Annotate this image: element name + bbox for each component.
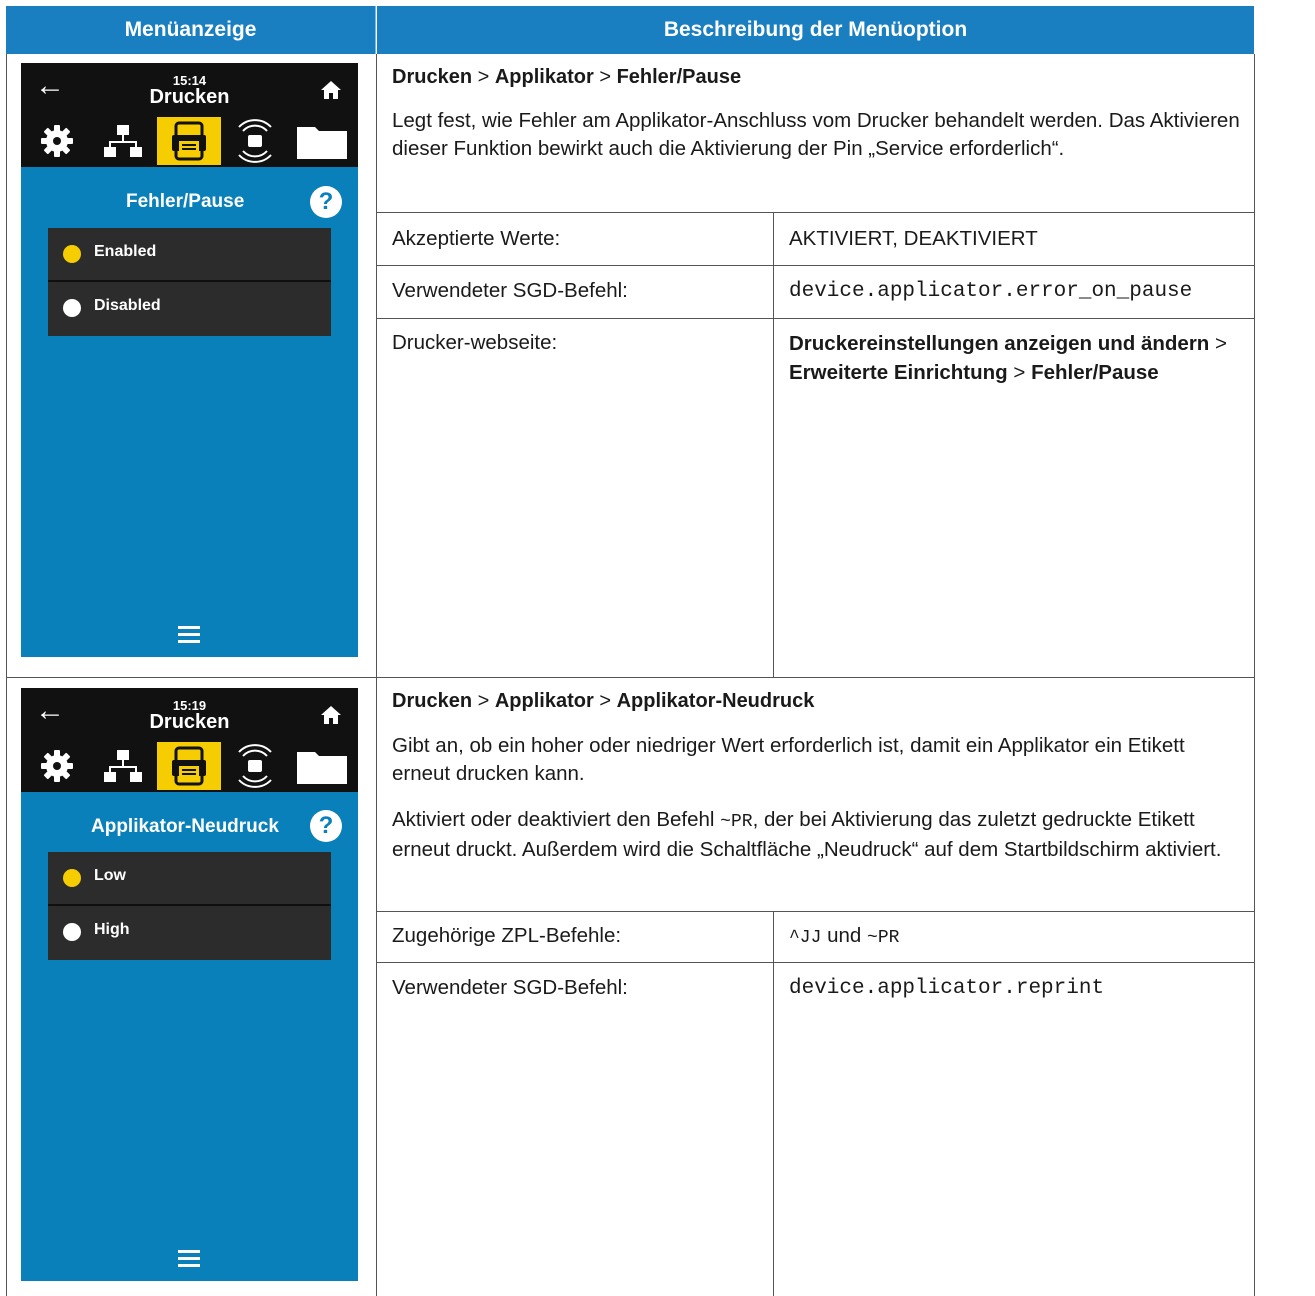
breadcrumb: Drucken > Applikator > Fehler/Pause [392,66,741,89]
detail-divider [377,318,1255,319]
breadcrumb-separator: > [477,66,490,88]
description-2: Aktiviert oder deaktiviert den Befehl ~P… [392,806,1242,864]
screen-icon-bar [21,115,358,167]
detail-label: Drucker-webseite: [392,331,558,354]
breadcrumb-item: Drucken [392,66,473,88]
option-label: High [94,921,130,938]
detail-label: Verwendeter SGD-Befehl: [392,279,628,302]
breadcrumb-item: Applikator [494,690,594,712]
option-label: Low [94,867,126,884]
home-icon[interactable] [320,79,342,101]
detail-divider [377,265,1255,266]
wireless-icon[interactable] [223,742,287,790]
detail-column-divider [773,212,774,677]
description: Gibt an, ob ein hoher oder niedriger Wer… [392,734,1185,785]
detail-label: Akzeptierte Werte: [392,227,561,250]
option-label: Disabled [94,297,161,314]
code-run: ~PR [867,928,900,948]
printer-icon[interactable] [157,742,221,790]
screen-icon-bar [21,740,358,792]
detail-divider [377,212,1255,213]
menu-icon[interactable] [178,626,200,644]
printer-screen-applikator-neudruck: ← 15:19 Drucken Applikator-Neudruck ? Lo… [21,688,358,1281]
path-item: Fehler/Pause [1031,361,1159,384]
path-separator: > [1007,361,1032,384]
path-separator: > [1209,332,1228,355]
option-high[interactable]: High [48,906,331,960]
help-icon[interactable]: ? [310,810,342,842]
code-run: ^JJ [789,928,822,948]
home-icon[interactable] [320,704,342,726]
text-run: und [821,924,868,947]
breadcrumb-item: Applikator [494,66,594,88]
screen-title: Drucken [149,86,230,108]
detail-value: ^JJ und ~PR [789,922,899,952]
screen-title: Drucken [149,711,230,733]
path-item: Druckereinstellungen anzeigen und ändern [789,332,1210,355]
menu-icon[interactable] [178,1250,200,1268]
gear-icon[interactable] [25,742,89,790]
screen-top-bar: ← 15:19 Drucken [21,688,358,740]
printer-icon[interactable] [157,117,221,165]
selection-label: Applikator-Neudruck [91,816,279,837]
help-icon[interactable]: ? [310,186,342,218]
network-icon[interactable] [91,742,155,790]
header-menu-description: Beschreibung der Menüoption [377,6,1254,54]
detail-value-code: device.applicator.error_on_pause [789,280,1193,303]
breadcrumb: Drucken > Applikator > Applikator-Neudru… [392,690,814,713]
breadcrumb-separator: > [599,66,611,88]
detail-value-code: device.applicator.reprint [789,977,1105,1000]
text-run: Aktiviert oder deaktiviert den Befehl [392,808,721,831]
wireless-icon[interactable] [223,117,287,165]
option-list: Low High [48,852,331,960]
table-border-right [1254,54,1255,1296]
screen-top-bar: ← 15:14 Drucken [21,63,358,115]
path-item: Erweiterte Einrichtung [789,361,1008,384]
header-menu-display: Menüanzeige [6,6,376,54]
breadcrumb-item: Fehler/Pause [616,66,742,88]
code-run: ~PR [720,812,753,832]
row-divider [6,677,1255,678]
detail-label: Verwendeter SGD-Befehl: [392,976,628,999]
radio-selected-icon [63,869,81,887]
radio-selected-icon [63,245,81,263]
detail-label: Zugehörige ZPL-Befehle: [392,924,622,947]
option-enabled[interactable]: Enabled [48,228,331,282]
option-list: Enabled Disabled [48,228,331,336]
table-column-divider [376,54,377,1296]
table-border-left [6,54,7,1296]
breadcrumb-item: Applikator-Neudruck [616,690,815,712]
detail-value-path: Druckereinstellungen anzeigen und ändern… [789,329,1239,387]
breadcrumb-item: Drucken [392,690,473,712]
printer-screen-fehler-pause: ← 15:14 Drucken Fehler/Pause ? Enabled D… [21,63,358,657]
breadcrumb-separator: > [477,690,490,712]
folder-icon[interactable] [289,742,353,790]
option-disabled[interactable]: Disabled [48,282,331,336]
folder-icon[interactable] [289,117,353,165]
detail-divider [377,911,1255,912]
detail-divider [377,962,1255,963]
network-icon[interactable] [91,117,155,165]
radio-unselected-icon [63,923,81,941]
detail-value: AKTIVIERT, DEAKTIVIERT [789,227,1038,250]
description: Legt fest, wie Fehler am Applikator-Ansc… [392,109,1240,160]
selection-label: Fehler/Pause [126,191,245,212]
option-label: Enabled [94,243,157,260]
detail-column-divider [773,911,774,1296]
radio-unselected-icon [63,299,81,317]
gear-icon[interactable] [25,117,89,165]
option-low[interactable]: Low [48,852,331,906]
breadcrumb-separator: > [599,690,611,712]
